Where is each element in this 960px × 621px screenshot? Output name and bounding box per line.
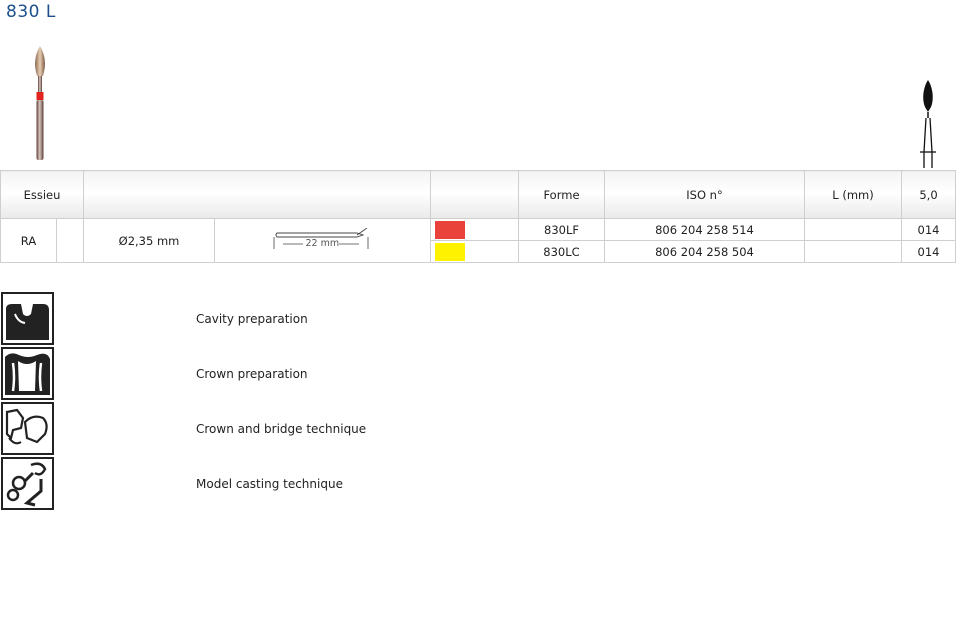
list-item: Crown preparation [0,347,500,402]
header-empty [83,170,431,219]
application-label: Model casting technique [196,477,343,491]
header-essieu: Essieu [0,170,84,219]
header-forme: Forme [518,170,605,219]
color-swatch-yellow [435,242,465,261]
application-label: Crown and bridge technique [196,422,367,436]
color-cell [430,240,519,263]
shank-type: RA [0,218,57,263]
header-color [430,170,519,219]
size-cell: 014 [901,218,956,241]
length-cell [804,218,902,241]
list-item: Model casting technique [0,457,500,512]
table-header-row: Essieu Forme ISO n° L (mm) 5,0 [0,170,956,219]
shank-diameter: Ø2,35 mm [83,218,215,263]
list-item: Cavity preparation [0,292,500,347]
shank-length-label: 22 mm [305,237,340,249]
size-cell: 014 [901,240,956,263]
crown-preparation-icon [1,347,54,400]
shank-spacer [56,218,84,263]
list-item: Crown and bridge technique [0,402,500,457]
forme-cell: 830LF [518,218,605,241]
application-label: Cavity preparation [196,312,308,326]
color-swatch-red [435,220,465,239]
shank-diagram: 22 mm [214,218,431,263]
model-casting-icon [1,457,54,510]
page-title: 830 L [6,2,56,22]
cavity-preparation-icon [1,292,54,345]
application-label: Crown preparation [196,367,308,381]
header-length: L (mm) [804,170,902,219]
iso-cell: 806 204 258 504 [604,240,805,263]
bur-outline-icon [920,80,936,168]
bur-photo-icon [35,46,45,160]
table-row: RA Ø2,35 mm 22 mm 830LF 806 204 258 514 … [0,218,956,263]
iso-cell: 806 204 258 514 [604,218,805,241]
header-size: 5,0 [901,170,956,219]
forme-cell: 830LC [518,240,605,263]
crown-bridge-icon [1,402,54,455]
header-iso: ISO n° [604,170,805,219]
color-cell [430,218,519,241]
length-cell [804,240,902,263]
spec-table: Essieu Forme ISO n° L (mm) 5,0 RA Ø2,35 … [0,170,956,263]
